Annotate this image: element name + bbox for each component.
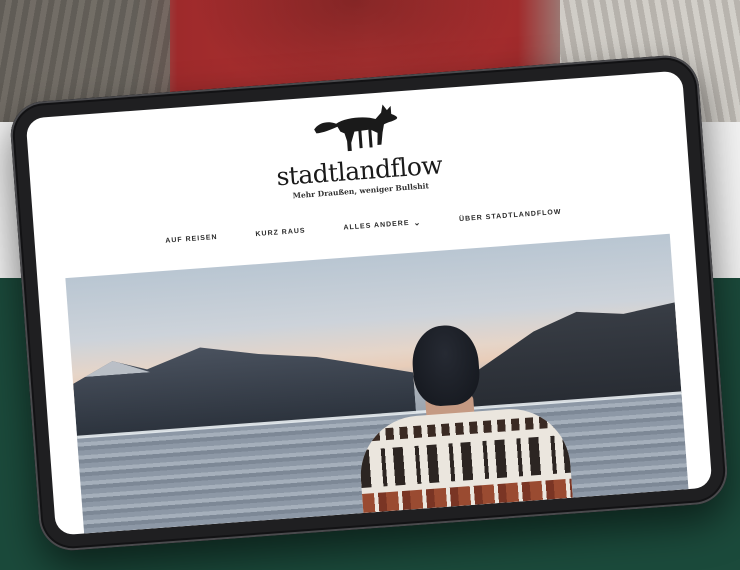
nav-item-label: ALLES ANDERE bbox=[343, 219, 410, 232]
snow-cap bbox=[79, 352, 150, 377]
nav-item-alles-andere[interactable]: ALLES ANDERE ⌄ bbox=[343, 218, 421, 233]
nordic-sweater bbox=[356, 404, 576, 534]
chevron-down-icon: ⌄ bbox=[413, 217, 422, 228]
nav-item-auf-reisen[interactable]: AUF REISEN bbox=[165, 233, 218, 246]
site-header: stadtlandflow Mehr Draußen, weniger Bull… bbox=[26, 76, 689, 219]
fox-logo-icon[interactable] bbox=[308, 97, 404, 158]
nav-item-kurz-raus[interactable]: KURZ RAUS bbox=[255, 226, 306, 239]
tablet-screen: stadtlandflow Mehr Draußen, weniger Bull… bbox=[25, 70, 713, 536]
nav-item-label: AUF REISEN bbox=[165, 233, 218, 245]
person-head bbox=[409, 323, 482, 408]
nav-item-label: KURZ RAUS bbox=[255, 227, 306, 239]
nav-item-ueber-stadtlandflow[interactable]: ÜBER STADTLANDFLOW bbox=[459, 208, 562, 224]
tablet-device: stadtlandflow Mehr Draußen, weniger Bull… bbox=[8, 53, 730, 553]
hero-image bbox=[65, 233, 689, 534]
nav-item-label: ÜBER STADTLANDFLOW bbox=[458, 208, 562, 224]
person-figure bbox=[350, 317, 576, 534]
